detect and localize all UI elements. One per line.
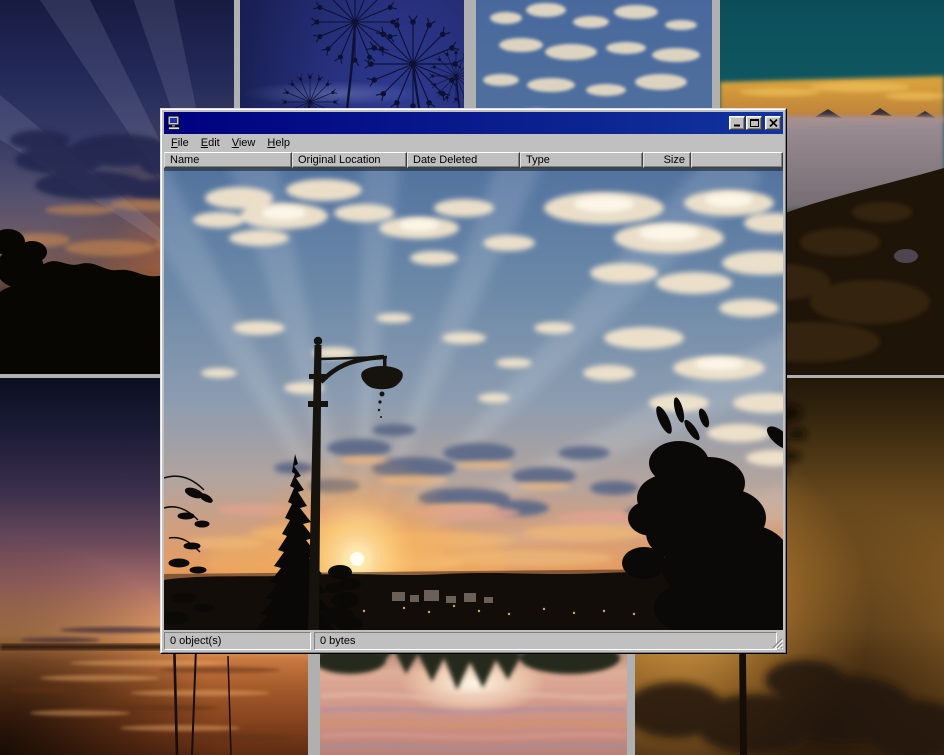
window-frame: File Edit View Help Name Original Locati… — [161, 109, 786, 653]
status-total-size: 0 bytes — [314, 632, 777, 650]
column-header-name[interactable]: Name — [164, 152, 292, 168]
computer-icon — [166, 115, 182, 131]
minimize-button[interactable] — [729, 116, 745, 130]
file-list-view[interactable] — [164, 168, 783, 630]
menu-edit[interactable]: Edit — [195, 135, 226, 151]
column-header-size[interactable]: Size — [643, 152, 691, 168]
status-bar: 0 object(s) 0 bytes — [164, 630, 783, 650]
lamp-sunset-photo — [164, 168, 783, 630]
column-header-original-location[interactable]: Original Location — [292, 152, 407, 168]
status-object-count: 0 object(s) — [164, 632, 311, 650]
column-header-stub — [691, 152, 783, 168]
close-icon — [769, 119, 778, 127]
column-header-row: Name Original Location Date Deleted Type… — [164, 152, 783, 168]
titlebar[interactable] — [164, 112, 783, 134]
maximize-icon — [750, 119, 759, 127]
close-button[interactable] — [765, 116, 781, 130]
menu-bar: File Edit View Help — [164, 134, 783, 152]
column-header-type[interactable]: Type — [520, 152, 643, 168]
resize-grip[interactable] — [770, 636, 783, 649]
menu-help[interactable]: Help — [261, 135, 296, 151]
column-header-date-deleted[interactable]: Date Deleted — [407, 152, 520, 168]
minimize-icon — [733, 119, 742, 127]
menu-view[interactable]: View — [226, 135, 262, 151]
recycle-bin-window[interactable]: File Edit View Help Name Original Locati… — [160, 108, 787, 654]
menu-file[interactable]: File — [165, 135, 195, 151]
maximize-button[interactable] — [746, 116, 762, 130]
